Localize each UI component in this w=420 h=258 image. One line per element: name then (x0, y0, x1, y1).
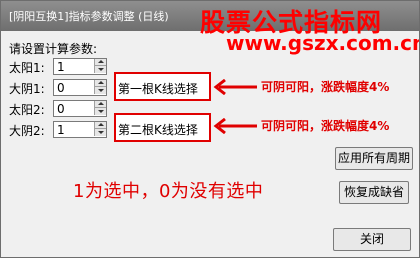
red-arrow-icon (213, 79, 257, 95)
param-value-2: 0 (57, 81, 65, 95)
spin-down-icon[interactable] (94, 87, 106, 94)
selection-explanation-note: 1为选中，0为没有选中 (73, 181, 264, 202)
first-candle-selection-box: 第一根K线选择 (114, 72, 211, 101)
param-input-3[interactable]: 0 (53, 100, 107, 117)
watermark-url: www.gszx.com.cn (226, 31, 420, 55)
spin-up-icon[interactable] (94, 101, 106, 108)
param-section-label: 请设置计算参数: (9, 42, 98, 56)
first-candle-selection-label: 第一根K线选择 (118, 82, 198, 96)
annotation-second-candle: 可阴可阳，涨跌幅度4% (261, 119, 390, 133)
apply-all-periods-button[interactable]: 应用所有周期 (335, 147, 413, 170)
restore-default-button[interactable]: 恢复成缺省 (339, 181, 409, 204)
annotation-first-candle: 可阴可阳，涨跌幅度4% (261, 80, 390, 94)
param-input-4[interactable]: 1 (53, 121, 107, 138)
spin-up-icon[interactable] (94, 59, 106, 66)
param-label-4: 大阴2: (9, 124, 45, 138)
spin-up-icon[interactable] (94, 80, 106, 87)
param-value-3: 0 (57, 102, 65, 116)
spin-up-icon[interactable] (94, 122, 106, 129)
param-label-1: 太阳1: (9, 61, 45, 75)
param-value-4: 1 (57, 123, 65, 137)
param-input-1[interactable]: 1 (53, 58, 107, 75)
spin-down-icon[interactable] (94, 66, 106, 73)
close-button[interactable]: 关闭 (333, 228, 411, 251)
spin-down-icon[interactable] (94, 129, 106, 136)
param-label-2: 大阴1: (9, 82, 45, 96)
second-candle-selection-box: 第二根K线选择 (114, 113, 211, 142)
param-input-2[interactable]: 0 (53, 79, 107, 96)
param-label-3: 太阳2: (9, 103, 45, 117)
window-title: [阴阳互换1]指标参数调整 (日线) (9, 10, 169, 23)
red-arrow-icon (213, 118, 257, 134)
second-candle-selection-label: 第二根K线选择 (118, 123, 198, 137)
param-value-1: 1 (57, 60, 65, 74)
indicator-param-dialog: [阴阳互换1]指标参数调整 (日线) 股票公式指标网 www.gszx.com.… (0, 0, 420, 258)
spin-down-icon[interactable] (94, 108, 106, 115)
